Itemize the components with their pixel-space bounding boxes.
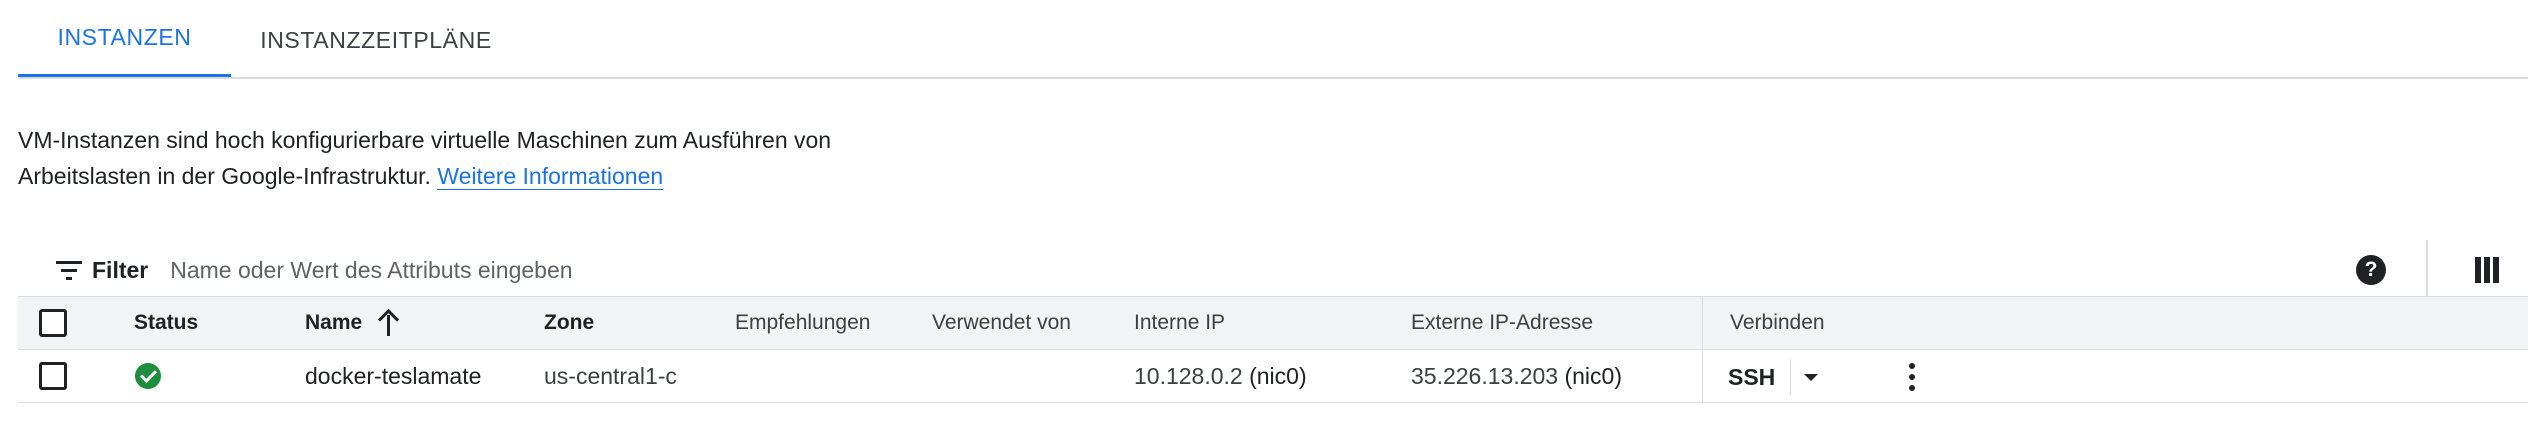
tabs-divider xyxy=(18,77,2528,79)
description-line-1: VM-Instanzen sind hoch konfigurierbare v… xyxy=(18,127,832,153)
filter-icon[interactable] xyxy=(55,259,83,281)
external-nic-link[interactable]: (nic0) xyxy=(1564,363,1622,390)
toolbar-divider xyxy=(2426,240,2428,300)
column-header-used-by: Verwendet von xyxy=(932,311,1071,334)
page-description: VM-Instanzen sind hoch konfigurierbare v… xyxy=(18,122,918,194)
external-ip: 35.226.13.203 xyxy=(1411,362,1559,389)
filter-input[interactable] xyxy=(170,250,1271,290)
internal-ip: 10.128.0.2 xyxy=(1134,362,1243,389)
external-ip-cell: 35.226.13.203 (nic0) xyxy=(1411,350,1622,402)
row-select-cell xyxy=(39,350,67,402)
column-header-status[interactable]: Status xyxy=(134,297,198,349)
status-cell xyxy=(135,350,161,402)
learn-more-link[interactable]: Weitere Informationen xyxy=(437,163,664,190)
tab-instances[interactable]: INSTANZEN xyxy=(18,0,231,78)
instance-zone: us-central1-c xyxy=(544,362,677,389)
internal-nic-link[interactable]: (nic0) xyxy=(1249,363,1307,390)
table-header: Status Name Zone Empfehlungen Verwendet … xyxy=(18,296,2528,350)
tab-instance-schedules[interactable]: INSTANZZEITPLÄNE xyxy=(231,0,497,80)
chevron-down-icon[interactable] xyxy=(1804,374,1818,381)
column-display-icon[interactable] xyxy=(2475,257,2499,283)
filter-bar: Filter ? xyxy=(18,240,2528,300)
column-header-connect: Verbinden xyxy=(1730,311,1825,334)
column-header-internal-ip[interactable]: Interne IP xyxy=(1134,297,1225,349)
column-header-name-label: Name xyxy=(305,311,363,334)
help-icon[interactable]: ? xyxy=(2356,255,2386,285)
internal-ip-cell: 10.128.0.2 (nic0) xyxy=(1134,350,1307,402)
column-header-zone[interactable]: Zone xyxy=(544,297,594,349)
connect-column-divider xyxy=(1702,297,1703,349)
connect-cell: SSH xyxy=(1702,350,2048,402)
row-checkbox[interactable] xyxy=(39,362,67,390)
select-all-cell xyxy=(39,297,67,349)
sort-ascending-icon xyxy=(378,310,400,336)
instances-table: Status Name Zone Empfehlungen Verwendet … xyxy=(18,296,2528,403)
more-vert-icon[interactable] xyxy=(1902,359,1922,395)
filter-label[interactable]: Filter xyxy=(92,257,148,284)
tab-bar: INSTANZEN INSTANZZEITPLÄNE xyxy=(18,0,497,80)
select-all-checkbox[interactable] xyxy=(39,309,67,337)
ssh-split-divider xyxy=(1790,359,1791,395)
column-header-external-ip[interactable]: Externe IP-Adresse xyxy=(1411,297,1593,349)
column-header-recommendations: Empfehlungen xyxy=(735,311,871,334)
ssh-button[interactable]: SSH xyxy=(1728,358,1775,396)
description-line-2: Arbeitslasten in der Google-Infrastruktu… xyxy=(18,163,431,189)
status-running-icon xyxy=(135,363,161,389)
column-header-name[interactable]: Name xyxy=(305,297,400,349)
instance-name[interactable]: docker-teslamate xyxy=(305,350,481,402)
table-row: docker-teslamate us-central1-c 10.128.0.… xyxy=(18,350,2528,403)
